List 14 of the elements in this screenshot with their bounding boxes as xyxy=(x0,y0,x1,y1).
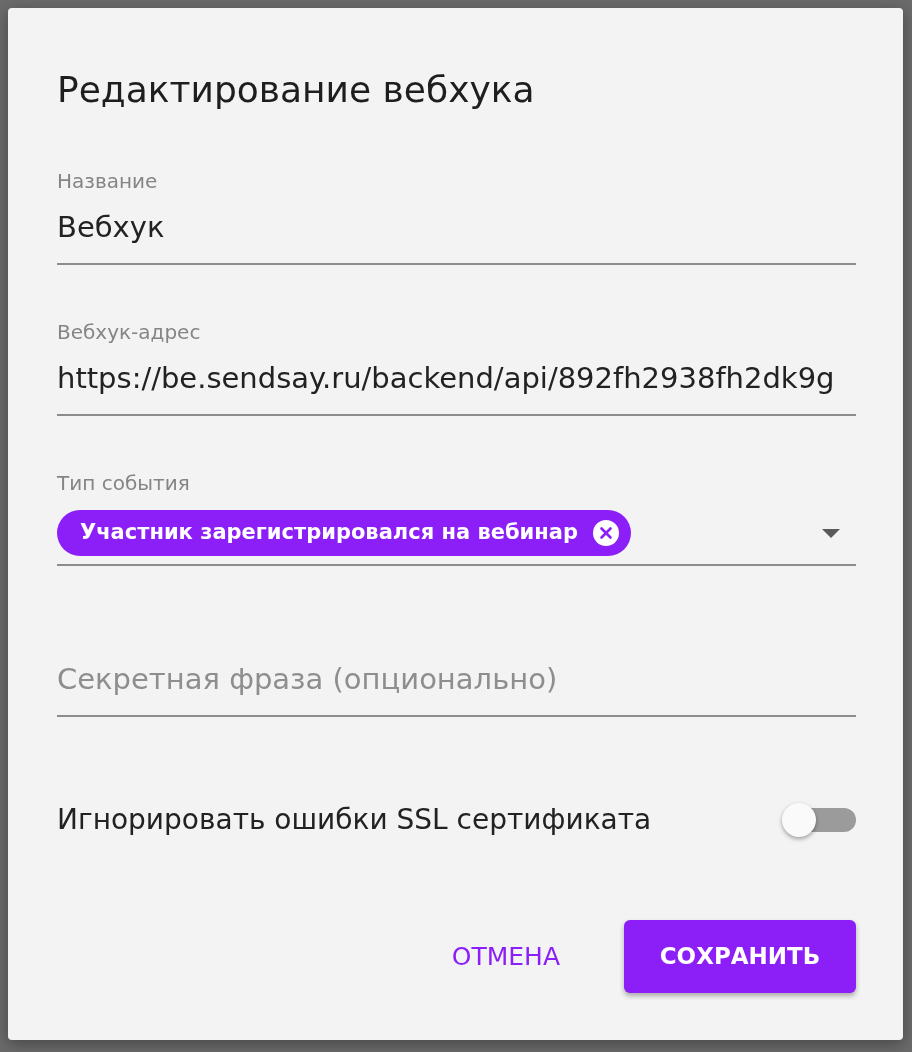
text-input[interactable]: Секретная фраза (опционально) xyxy=(57,647,856,717)
chip-label: Участник зарегистрировался на вебинар xyxy=(80,519,579,547)
save-button[interactable]: СОХРАНИТЬ xyxy=(624,920,856,993)
field-label: Вебхук-адрес xyxy=(57,319,201,346)
text-input[interactable]: https://be.sendsay.ru/backend/api/892fh2938fh2dk9g xyxy=(57,346,856,416)
cancel-button[interactable]: ОТМЕНА xyxy=(435,920,576,993)
close-icon[interactable] xyxy=(593,520,620,546)
dialog-title: Редактирование вебхука xyxy=(57,68,535,112)
dropdown-arrow-icon[interactable] xyxy=(822,528,840,538)
text-input[interactable]: Вебхук xyxy=(57,195,856,265)
switch-label: Игнорировать ошибки SSL сертификата xyxy=(57,802,652,838)
select-field[interactable]: Участник зарегистрировался на вебинар xyxy=(57,497,856,566)
field-label: Название xyxy=(57,168,158,195)
field-label: Тип события xyxy=(57,470,190,497)
